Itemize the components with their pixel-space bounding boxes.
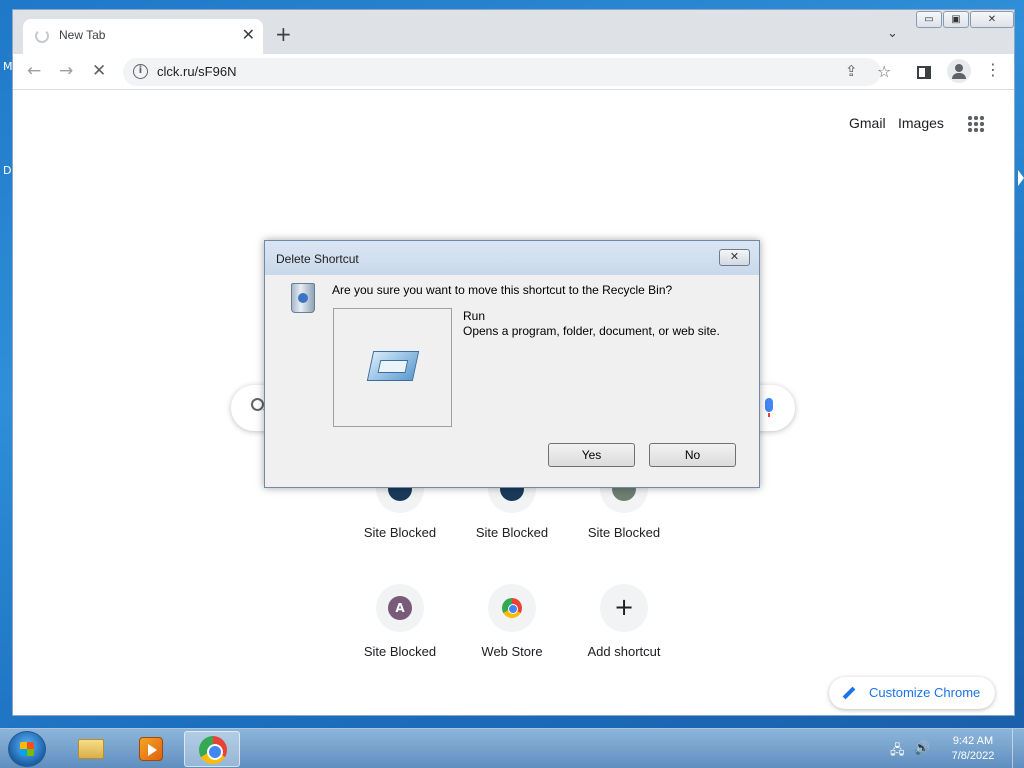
close-window-button[interactable]: ✕ xyxy=(970,11,1014,28)
search-icon xyxy=(251,398,264,411)
new-tab-button[interactable]: + xyxy=(275,24,292,44)
profile-avatar-icon[interactable] xyxy=(947,59,971,83)
media-player-icon xyxy=(139,737,163,761)
menu-dots-icon[interactable]: ⋮ xyxy=(985,61,1001,79)
shortcut-description: Opens a program, folder, document, or we… xyxy=(463,324,720,338)
side-panel-icon[interactable] xyxy=(917,66,931,79)
tab-title: New Tab xyxy=(59,28,106,42)
shortcut-preview xyxy=(333,308,452,427)
browser-toolbar: ← → ✕ i clck.ru/sF96N ⇪ ☆ ⋮ xyxy=(13,54,1014,90)
yes-button[interactable]: Yes xyxy=(548,443,635,467)
share-icon[interactable]: ⇪ xyxy=(845,62,858,80)
shortcut-icon: A xyxy=(376,584,424,632)
taskbar-chrome[interactable] xyxy=(184,731,240,767)
url-text[interactable]: clck.ru/sF96N xyxy=(157,64,236,79)
tab-strip: New Tab ✕ + ⌄ ▭ ▣ ✕ xyxy=(13,10,1014,54)
letter-avatar-icon: A xyxy=(388,596,412,620)
loading-spinner-icon xyxy=(35,29,49,43)
bookmark-star-icon[interactable]: ☆ xyxy=(877,62,891,81)
shortcut-icon: + xyxy=(600,584,648,632)
start-button[interactable] xyxy=(8,731,46,767)
stop-loading-icon[interactable]: ✕ xyxy=(92,60,106,82)
recycle-bin-icon xyxy=(291,283,315,313)
shortcut-icon xyxy=(488,584,536,632)
volume-icon[interactable]: 🔊 xyxy=(914,741,930,756)
dialog-titlebar[interactable]: Delete Shortcut ✕ xyxy=(265,241,759,275)
shortcut-name: Run xyxy=(463,309,486,323)
delete-shortcut-dialog: Delete Shortcut ✕ Are you sure you want … xyxy=(264,240,760,488)
system-clock[interactable]: 9:42 AM 7/8/2022 xyxy=(940,734,1006,764)
customize-chrome-label: Customize Chrome xyxy=(869,685,981,700)
folder-icon xyxy=(78,739,104,759)
chrome-icon xyxy=(199,736,227,764)
shortcut-label: Site Blocked xyxy=(363,644,437,659)
forward-arrow-icon[interactable]: → xyxy=(59,60,73,82)
tab-new-tab[interactable]: New Tab ✕ xyxy=(23,19,263,54)
window-controls: ▭ ▣ ✕ xyxy=(916,11,1014,28)
taskbar-explorer[interactable] xyxy=(62,731,118,767)
shortcut-tile[interactable]: A Site Blocked xyxy=(344,584,456,694)
mouse-cursor-icon xyxy=(1018,170,1024,186)
plus-icon: + xyxy=(613,593,635,621)
minimize-button[interactable]: ▭ xyxy=(916,11,942,28)
chrome-web-store-icon xyxy=(502,598,522,618)
run-icon xyxy=(366,351,420,381)
clock-date: 7/8/2022 xyxy=(951,750,995,762)
tab-close-icon[interactable]: ✕ xyxy=(242,25,255,44)
shortcut-label: Site Blocked xyxy=(363,525,437,540)
shortcut-label: Add shortcut xyxy=(587,644,661,659)
desktop-icon-label: D xyxy=(3,164,12,177)
back-arrow-icon[interactable]: ← xyxy=(27,60,41,82)
shortcut-tile-web-store[interactable]: Web Store xyxy=(456,584,568,694)
dialog-question: Are you sure you want to move this short… xyxy=(332,283,673,297)
site-info-icon[interactable]: i xyxy=(133,64,148,79)
shortcut-label: Site Blocked xyxy=(587,525,661,540)
add-shortcut-tile[interactable]: + Add shortcut xyxy=(568,584,680,694)
address-bar[interactable]: i clck.ru/sF96N ⇪ ☆ xyxy=(123,58,891,86)
customize-chrome-button[interactable]: Customize Chrome xyxy=(829,677,995,709)
taskbar: 🖧 🔊 9:42 AM 7/8/2022 xyxy=(0,728,1024,768)
dialog-body: Are you sure you want to move this short… xyxy=(265,275,759,487)
show-desktop-button[interactable] xyxy=(1012,729,1024,768)
images-link[interactable]: Images xyxy=(898,115,944,131)
shortcut-label: Web Store xyxy=(481,644,543,659)
no-button[interactable]: No xyxy=(649,443,736,467)
shortcut-label: Site Blocked xyxy=(475,525,549,540)
clock-time: 9:42 AM xyxy=(952,735,994,747)
microphone-icon[interactable] xyxy=(765,398,773,417)
dialog-close-button[interactable]: ✕ xyxy=(719,249,750,266)
tab-search-chevron-icon[interactable]: ⌄ xyxy=(887,26,898,41)
google-apps-grid-icon[interactable] xyxy=(967,115,985,133)
dialog-title: Delete Shortcut xyxy=(276,252,359,266)
pencil-icon xyxy=(842,686,856,700)
gmail-link[interactable]: Gmail xyxy=(849,115,886,131)
maximize-button[interactable]: ▣ xyxy=(943,11,969,28)
network-icon[interactable]: 🖧 xyxy=(890,741,905,763)
taskbar-media-player[interactable] xyxy=(122,731,178,767)
